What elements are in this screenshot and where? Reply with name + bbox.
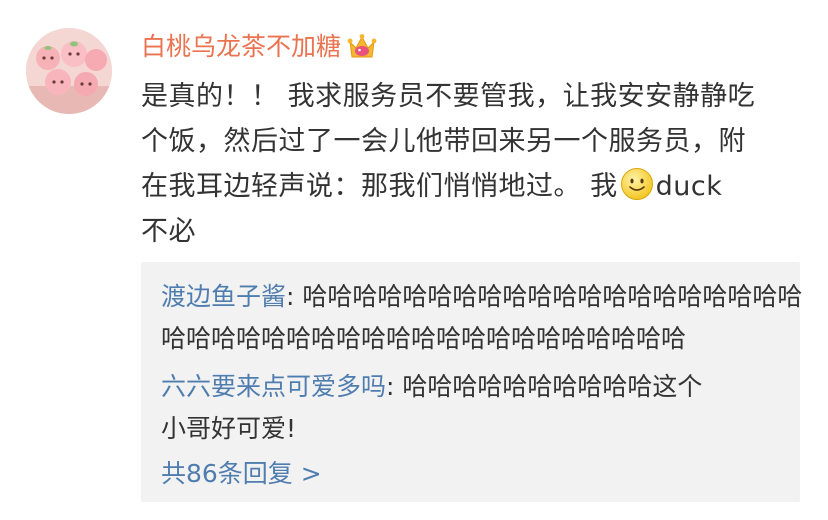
reply-item: 渡边鱼子酱: 哈哈哈哈哈哈哈哈哈哈哈哈哈哈哈哈哈哈哈哈 哈哈哈哈哈哈哈哈哈哈哈哈…: [161, 276, 802, 360]
comment-card: 白桃乌龙茶不加糖 是真的！！ 我求服务员不要管我，让我安安静静吃 个饭，然后过了…: [0, 0, 828, 520]
comment-text: 是真的！！ 我求服务员不要管我，让我安安静静吃 个饭，然后过了一会儿他带回来另一…: [141, 74, 803, 254]
reply-line: 渡边鱼子酱: 哈哈哈哈哈哈哈哈哈哈哈哈哈哈哈哈哈哈哈哈: [161, 276, 802, 318]
comment-text-line: 在我耳边轻声说：那我们悄悄地过。 我 duck: [141, 164, 803, 209]
reply-separator: :: [286, 282, 303, 311]
reply-username[interactable]: 六六要来点可爱多吗: [161, 372, 386, 401]
reply-separator: :: [386, 372, 403, 401]
reply-username[interactable]: 渡边鱼子酱: [161, 282, 286, 311]
comment-text-line: 不必: [141, 216, 196, 247]
comment-text-segment: 在我耳边轻声说：那我们悄悄地过。 我: [141, 171, 618, 202]
comment-username[interactable]: 白桃乌龙茶不加糖: [141, 27, 341, 67]
comment-text-line: 是真的！！ 我求服务员不要管我，让我安安静静吃: [141, 81, 756, 112]
reply-line: 哈哈哈哈哈哈哈哈哈哈哈哈哈哈哈哈哈哈哈哈哈: [161, 324, 687, 353]
reply-line: 六六要来点可爱多吗: 哈哈哈哈哈哈哈哈哈哈这个: [161, 366, 791, 408]
reply-item: 六六要来点可爱多吗: 哈哈哈哈哈哈哈哈哈哈这个 小哥好可爱!: [161, 366, 791, 450]
reply-text: 哈哈哈哈哈哈哈哈哈哈哈哈哈哈哈哈哈哈哈哈: [302, 282, 803, 311]
smile-emoji-icon: [620, 167, 654, 201]
crown-vip-icon[interactable]: [347, 33, 377, 61]
reply-text: 哈哈哈哈哈哈哈哈哈哈这个: [402, 372, 703, 401]
comment-text-segment: duck: [655, 171, 723, 202]
comment-text-line: 个饭，然后过了一会儿他带回来另一个服务员，附: [141, 126, 746, 157]
replies-panel: 渡边鱼子酱: 哈哈哈哈哈哈哈哈哈哈哈哈哈哈哈哈哈哈哈哈 哈哈哈哈哈哈哈哈哈哈哈哈…: [141, 262, 802, 502]
username-row: 白桃乌龙茶不加糖: [141, 27, 377, 67]
avatar-peach-image: [26, 28, 112, 114]
more-replies-link[interactable]: 共86条回复 >: [161, 454, 322, 494]
avatar[interactable]: [26, 28, 112, 114]
reply-line: 小哥好可爱!: [161, 414, 297, 443]
